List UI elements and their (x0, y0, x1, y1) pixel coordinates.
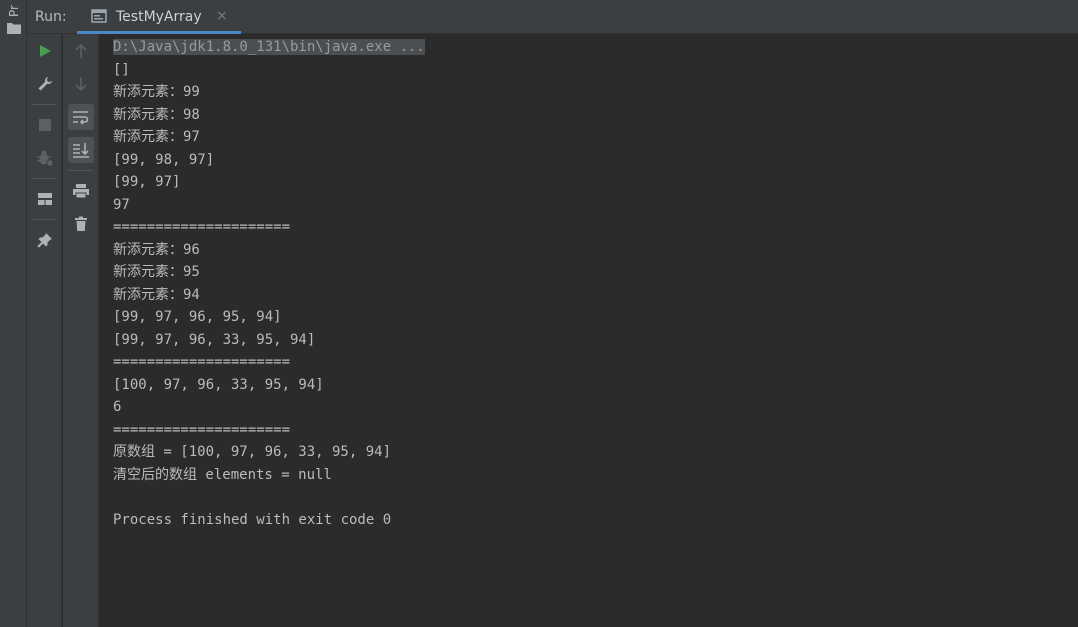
soft-wrap-button[interactable] (68, 104, 94, 130)
console-line-empty (113, 486, 425, 509)
console-lines: D:\Java\jdk1.8.0_131\bin\java.exe ... []… (113, 36, 425, 531)
pin-tab-button[interactable] (32, 227, 58, 253)
restore-layout-button[interactable] (32, 186, 58, 212)
soft-wrap-icon (73, 111, 89, 125)
debug-bug-icon (37, 150, 54, 167)
run-label: Run: (35, 9, 67, 25)
arrow-down-icon (75, 77, 87, 92)
run-toolbar (27, 34, 62, 627)
console-line: 清空后的数组 elements = null (113, 466, 332, 483)
layout-icon (38, 193, 52, 205)
console-line-command: D:\Java\jdk1.8.0_131\bin\java.exe ... (113, 39, 425, 55)
scroll-to-end-icon (73, 143, 89, 158)
tab-testmyarray[interactable]: TestMyArray × (77, 0, 241, 34)
toolbar-separator (68, 170, 93, 171)
console-line: 原数组 = [100, 97, 96, 33, 95, 94] (113, 444, 392, 460)
console-line: 97 (113, 196, 130, 213)
console-toolbar (63, 34, 99, 627)
console-line: [99, 97] (113, 174, 181, 190)
console-line: [99, 98, 97] (113, 151, 215, 168)
stop-button[interactable] (32, 112, 58, 138)
clear-all-button[interactable] (68, 211, 94, 237)
stop-icon (39, 119, 51, 131)
console-line: 新添元素：95 (113, 264, 200, 280)
console-line: [99, 97, 96, 33, 95, 94] (113, 331, 316, 348)
console-line: [] (113, 61, 130, 78)
trash-icon (75, 216, 87, 231)
console-line-exit: Process finished with exit code 0 (113, 511, 392, 528)
edit-configuration-button[interactable] (32, 71, 58, 97)
console-window-icon (91, 9, 107, 23)
toolbar-separator (32, 219, 57, 220)
console-line: ===================== (113, 219, 291, 235)
console-line: 新添元素：99 (113, 84, 200, 100)
tab-label: TestMyArray (116, 9, 202, 25)
previous-occurrence-button[interactable] (68, 38, 94, 64)
run-icon (40, 45, 51, 57)
print-button[interactable] (68, 178, 94, 204)
toolbar-separator (32, 104, 57, 105)
print-icon (73, 184, 89, 199)
console-line: 新添元素：98 (113, 106, 200, 123)
close-icon[interactable]: × (216, 8, 228, 24)
project-tool-tab[interactable]: Pr (7, 1, 21, 17)
console-line: 6 (113, 399, 122, 415)
wrench-icon (38, 76, 53, 91)
arrow-up-icon (75, 43, 87, 58)
folder-icon[interactable] (7, 22, 21, 34)
run-tool-window-header: Run: TestMyArray × (27, 0, 1078, 34)
rerun-button[interactable] (32, 38, 58, 64)
toolbar-separator (32, 178, 57, 179)
console-line: 新添元素：96 (113, 241, 200, 258)
debug-button[interactable] (32, 145, 58, 171)
console-line: ===================== (113, 421, 291, 438)
console-line: 新添元素：94 (113, 286, 200, 303)
console-output[interactable]: D:\Java\jdk1.8.0_131\bin\java.exe ... []… (100, 34, 1078, 627)
pin-icon (37, 233, 52, 248)
project-strip: Pr (0, 0, 27, 627)
console-line: [100, 97, 96, 33, 95, 94] (113, 376, 324, 393)
console-line: [99, 97, 96, 95, 94] (113, 309, 282, 325)
console-line: ===================== (113, 354, 291, 370)
scroll-to-end-button[interactable] (68, 137, 94, 163)
console-line: 新添元素：97 (113, 129, 200, 145)
next-occurrence-button[interactable] (68, 71, 94, 97)
